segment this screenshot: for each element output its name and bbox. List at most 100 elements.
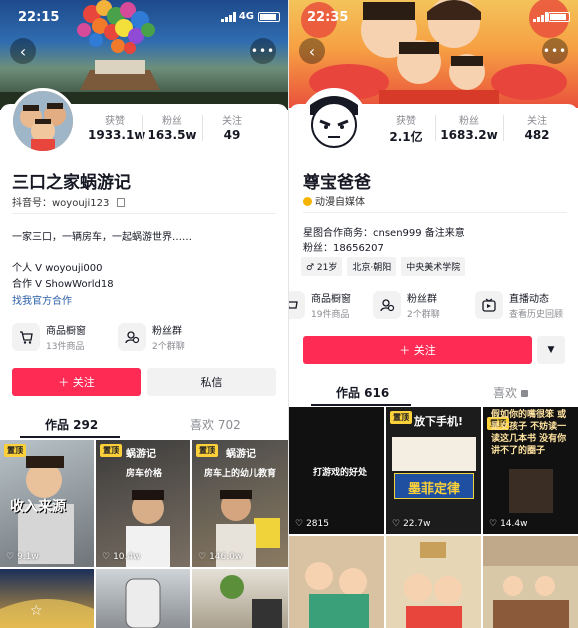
video-thumb[interactable]: 置顶 假如你的嘴很笨 或是女孩子 不妨读一读这几本书 没有你讲不了的圈子 ♡ 14… [483,407,578,534]
channel-watermark: 蜗游记 [126,449,156,460]
video-caption: 收入来源 [10,499,66,515]
chevron-left-icon: ‹ [308,41,316,61]
thumb-image [509,469,553,513]
video-caption: 假如你的嘴很笨 或是女孩子 不妨读一读这几本书 没有你讲不了的圈子 [491,410,567,456]
clock: 22:35 [307,10,349,25]
tab-works[interactable]: 作品 616 [336,384,389,401]
video-thumb[interactable]: 置顶 放下手机! 墨菲定律 ♡ 22.7w [386,407,481,534]
network-label: 4G [238,11,254,22]
message-button[interactable]: 私信 [147,368,276,396]
back-button[interactable]: ‹ [10,38,36,64]
official-cooperation-link[interactable]: 找我官方合作 [12,292,72,307]
stat-likes: 获赞 2.1亿 [389,116,423,144]
more-button[interactable]: ••• [250,38,276,64]
contact-personal: 个人 V woyouji000 [12,263,103,274]
heart-icon: ♡ [489,519,498,529]
separator [303,212,567,213]
like-count: ♡ 22.7w [392,519,431,529]
avatar[interactable] [10,88,76,154]
pinned-badge: 置顶 [390,411,412,424]
heart-icon: ♡ [6,552,15,562]
stats-row: 获赞 2.1亿 粉丝 1683.2w 关注 482 [377,112,571,145]
heart-icon: ♡ [392,519,401,529]
fans-count-text: 粉丝：18656207 [303,243,384,254]
stat-followers[interactable]: 粉丝 1683.2w [435,112,503,145]
like-count: ♡ 146.0w [198,552,243,562]
video-thumb[interactable] [386,536,481,628]
video-grid: 打游戏的好处 ♡ 2815 置顶 放下手机! 墨菲定律 ♡ 22.7w 置顶 假如你… [289,407,578,628]
pinned-badge: 置顶 [100,444,122,457]
status-bar: 22:35 [289,0,578,34]
back-button[interactable]: ‹ [299,38,325,64]
video-thumb[interactable]: 打游戏的好处 ♡ 2815 [289,407,384,534]
pinned-badge: 置顶 [4,444,26,457]
like-count: ♡ 2815 [295,519,329,529]
follow-button[interactable]: ＋ 关注 [303,336,532,364]
signal-icon [533,12,548,22]
like-count: ♡ 9.1w [6,552,39,562]
verified-icon [303,197,312,206]
video-thumb[interactable]: 置顶 蜗游记 房车价格 ♡ 10.4w [96,440,190,567]
tag-age: ♂ 21岁 [301,257,343,276]
svg-text:☆: ☆ [30,603,43,619]
fan-group-entry[interactable]: 粉丝群 2个群聊 [373,290,440,320]
group-icon [373,291,401,319]
video-caption: 房车上的幼儿教育 [204,469,277,479]
tab-works[interactable]: 作品 292 [45,416,98,433]
clock: 22:15 [18,10,60,25]
heart-icon: ♡ [198,552,207,562]
tab-likes[interactable]: 喜欢 [493,384,529,401]
video-caption: 房车价格 [126,469,163,479]
tag-location: 北京·朝阳 [347,257,397,276]
avatar[interactable] [301,88,367,154]
more-button[interactable]: ••• [542,38,568,64]
video-thumb[interactable]: 置顶 收入来源 ♡ 9.1w [0,440,94,567]
lock-icon [521,390,529,397]
video-thumb[interactable] [192,569,288,628]
bio-text: 一家三口，一辆房车，一起蜗游世界…… [12,232,192,243]
more-dots-icon: ••• [250,44,276,58]
follow-button[interactable]: ＋ 关注 [12,368,141,396]
video-thumb[interactable] [96,569,190,628]
tag-school: 中央美术学院 [401,257,466,276]
status-bar: 22:15 4G [0,0,288,34]
video-caption: 打游戏的好处 [313,468,368,478]
contact-business: 合作 V ShowWorld18 [12,279,114,290]
tab-indicator [311,404,411,406]
shop-window-entry[interactable]: 商品橱窗 13件商品 [12,322,86,352]
video-thumb[interactable] [289,536,384,628]
like-count: ♡ 10.4w [102,552,141,562]
douyin-id[interactable]: 抖音号：woyouji123 [12,194,125,209]
separator [12,213,276,214]
heart-icon: ♡ [102,552,111,562]
group-icon [118,323,146,351]
copy-icon[interactable] [116,198,125,207]
tag-row: ♂ 21岁 北京·朝阳 中央美术学院 [301,257,466,276]
cart-icon [289,291,305,319]
signal-icon [221,12,236,22]
fan-group-entry[interactable]: 粉丝群 2个群聊 [118,322,185,352]
video-thumb[interactable] [483,536,578,628]
shop-window-entry[interactable]: 商品橱窗 19件商品 [289,290,351,320]
battery-icon [548,12,570,22]
chevron-down-icon: ▼ [547,345,555,355]
heart-icon: ♡ [295,519,304,529]
video-thumb[interactable]: ☆ [0,569,94,628]
video-thumb[interactable]: 置顶 蜗游记 房车上的幼儿教育 ♡ 146.0w [192,440,288,567]
chevron-left-icon: ‹ [19,41,27,61]
stat-following[interactable]: 关注 482 [503,112,571,145]
stat-following[interactable]: 关注 49 [202,112,262,142]
battery-icon [258,12,280,22]
profile-screen-left: 22:15 4G ‹ ••• 获赞 1933.1w 粉丝 163.5w 关注 49 三… [0,0,288,628]
like-count: ♡ 14.4w [489,519,528,529]
more-dots-icon: ••• [542,44,568,58]
tab-likes[interactable]: 喜欢 702 [190,416,241,433]
stats-row: 获赞 1933.1w 粉丝 163.5w 关注 49 [88,112,262,142]
live-history-entry[interactable]: 直播动态 查看历史回顾 [475,290,563,320]
tab-indicator [20,436,120,438]
expand-recommend-button[interactable]: ▼ [537,336,565,364]
profile-screen-right: 22:35 ‹ ••• 获赞 2.1亿 粉丝 1683.2w 关注 482 尊宝爸爸 … [289,0,578,628]
video-caption: 放下手机! [414,415,464,428]
stat-likes: 获赞 1933.1w [88,116,146,142]
stat-followers[interactable]: 粉丝 163.5w [142,112,202,142]
